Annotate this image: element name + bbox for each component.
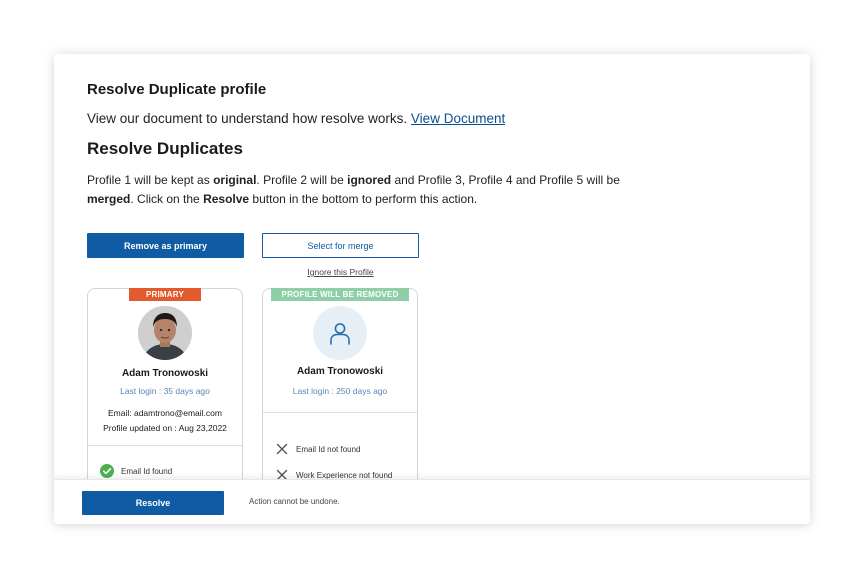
resolve-duplicates-panel: Resolve Duplicate profile View our docum… xyxy=(54,54,810,524)
profile-name: Adam Tronowoski xyxy=(121,368,209,379)
page-title: Resolve Duplicate profile xyxy=(87,81,267,98)
desc-resolve: Resolve xyxy=(203,192,250,206)
section-title: Resolve Duplicates xyxy=(87,139,243,158)
feature-label: Email Id not found xyxy=(296,444,361,454)
footer-action-bar: Resolve Action cannot be undone. xyxy=(54,479,810,524)
resolve-button[interactable]: Resolve xyxy=(82,491,224,515)
profile-name: Adam Tronowoski xyxy=(296,366,384,377)
feature-item: Email Id not found xyxy=(275,442,360,456)
intro-label: View our document to understand how reso… xyxy=(87,111,411,126)
remove-as-primary-button[interactable]: Remove as primary xyxy=(87,233,244,258)
desc-text-2: . Profile 2 will be xyxy=(256,173,348,187)
last-login: Last login : 250 days ago xyxy=(292,386,388,396)
intro-text: View our document to understand how reso… xyxy=(87,111,505,126)
desc-ignored: ignored xyxy=(347,173,392,187)
feature-label: Email Id found xyxy=(121,466,173,476)
close-icon xyxy=(275,442,289,456)
desc-text-4: . Click on the xyxy=(130,192,204,206)
ignore-profile-link[interactable]: Ignore this Profile xyxy=(262,267,419,277)
desc-original: original xyxy=(213,173,257,187)
view-document-link[interactable]: View Document xyxy=(411,111,505,126)
undo-warning: Action cannot be undone. xyxy=(249,497,340,506)
feature-item: Email Id found xyxy=(100,464,172,478)
desc-merged: merged xyxy=(87,192,131,206)
removed-badge: PROFILE WILL BE REMOVED xyxy=(271,288,409,301)
card-divider xyxy=(263,412,417,413)
avatar xyxy=(138,306,192,360)
primary-badge: PRIMARY xyxy=(129,288,201,301)
card-divider xyxy=(88,445,242,446)
avatar-placeholder xyxy=(313,306,367,360)
resolve-description: Profile 1 will be kept as original. Prof… xyxy=(87,171,647,209)
last-login: Last login : 35 days ago xyxy=(120,386,210,396)
user-icon xyxy=(330,323,350,345)
desc-text-5: button in the bottom to perform this act… xyxy=(249,192,478,206)
desc-text-3: and Profile 3, Profile 4 and Profile 5 w… xyxy=(391,173,620,187)
profile-photo xyxy=(138,306,192,360)
profile-email: Email: adamtrono@email.com xyxy=(108,408,222,418)
select-for-merge-button[interactable]: Select for merge xyxy=(262,233,419,258)
desc-text-1: Profile 1 will be kept as xyxy=(87,173,214,187)
check-circle-icon xyxy=(100,464,114,478)
profile-updated: Profile updated on : Aug 23,2022 xyxy=(103,423,227,433)
